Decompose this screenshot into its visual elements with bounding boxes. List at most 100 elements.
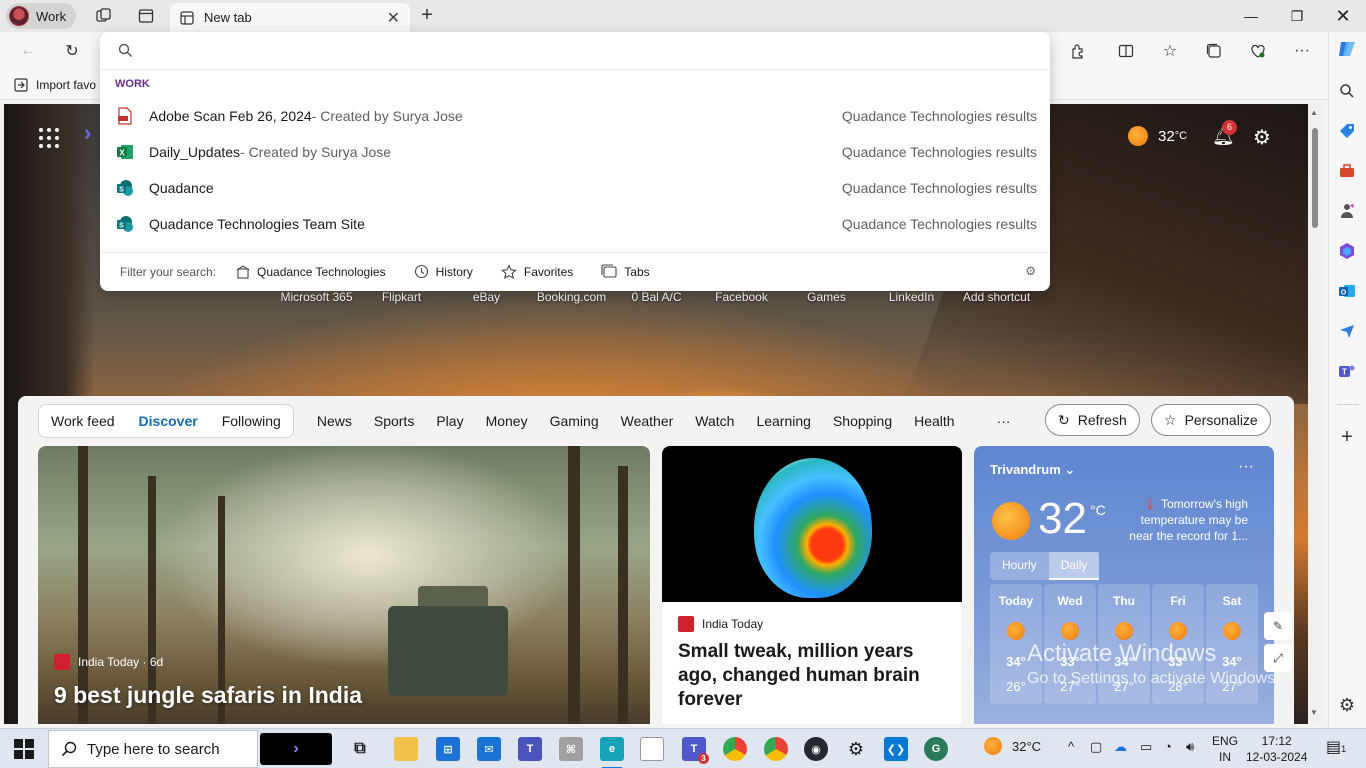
- github-icon[interactable]: ◉: [804, 737, 828, 761]
- profile-button[interactable]: Work: [6, 3, 76, 29]
- notepad-icon[interactable]: [640, 737, 664, 761]
- category-weather[interactable]: Weather: [610, 413, 685, 429]
- battery-icon[interactable]: ▭: [1140, 739, 1152, 755]
- copilot-icon[interactable]: [1336, 38, 1358, 60]
- add-shortcut[interactable]: Add shortcut: [954, 290, 1039, 304]
- chrome-profile-icon[interactable]: [764, 737, 788, 761]
- edge-icon[interactable]: e: [600, 737, 624, 768]
- filter-favorites[interactable]: Favorites: [501, 263, 573, 280]
- collections-icon[interactable]: [1204, 41, 1224, 61]
- outlook-icon[interactable]: O: [1336, 280, 1358, 302]
- page-settings-icon[interactable]: ⚙: [1253, 125, 1271, 150]
- task-view-icon[interactable]: ⧉: [348, 737, 372, 761]
- tab-work-feed[interactable]: Work feed: [51, 413, 115, 429]
- notifications-bell-icon[interactable]: 🔔︎ 6: [1212, 120, 1237, 147]
- category-news[interactable]: News: [306, 413, 363, 429]
- address-input[interactable]: [143, 42, 943, 59]
- personalize-button[interactable]: ☆ Personalize: [1151, 404, 1271, 436]
- tab-following[interactable]: Following: [222, 413, 281, 429]
- shortcut-bal-ac[interactable]: 0 Bal A/C: [614, 290, 699, 304]
- more-menu-icon[interactable]: ···: [1292, 41, 1312, 61]
- sidebar-settings-icon[interactable]: ⚙: [1336, 694, 1358, 716]
- refresh-button[interactable]: ↻ Refresh: [1045, 404, 1140, 436]
- filter-tabs[interactable]: Tabs: [601, 264, 650, 279]
- tools-icon[interactable]: [1336, 160, 1358, 182]
- start-button-icon[interactable]: [14, 739, 34, 759]
- app-launcher-icon[interactable]: [39, 128, 59, 148]
- new-tab-button[interactable]: +: [416, 4, 438, 26]
- show-hidden-icons-icon[interactable]: ^: [1068, 739, 1074, 754]
- header-weather[interactable]: 32 °C: [1128, 126, 1187, 146]
- scrollbar-thumb[interactable]: [1312, 128, 1318, 228]
- search-settings-icon[interactable]: ⚙: [1025, 264, 1036, 278]
- refresh-icon[interactable]: ↻: [62, 41, 82, 61]
- category-sports[interactable]: Sports: [363, 413, 425, 429]
- scroll-down-icon[interactable]: ▼: [1310, 708, 1318, 717]
- category-watch[interactable]: Watch: [684, 413, 745, 429]
- suggestion-row[interactable]: Adobe Scan Feb 26, 2024 - Created by Sur…: [100, 98, 1050, 134]
- import-favorites-button[interactable]: Import favo: [14, 78, 96, 92]
- suggestion-row[interactable]: S Quadance Quadance Technologies results: [100, 170, 1050, 206]
- suggestion-row[interactable]: X Daily_Updates - Created by Surya Jose …: [100, 134, 1050, 170]
- tab-hourly[interactable]: Hourly: [990, 552, 1049, 580]
- search-icon[interactable]: [1336, 80, 1358, 102]
- input-language[interactable]: ENG IN: [1212, 733, 1238, 765]
- tab-daily[interactable]: Daily: [1048, 552, 1100, 580]
- device-icon[interactable]: ▢: [1090, 739, 1102, 755]
- feedback-icon[interactable]: ✎: [1264, 612, 1292, 640]
- shortcut-flipkart[interactable]: Flipkart: [359, 290, 444, 304]
- shortcut-games[interactable]: Games: [784, 290, 869, 304]
- volume-icon[interactable]: 🔊︎: [1186, 739, 1194, 755]
- browser-essentials-icon[interactable]: [1248, 41, 1268, 61]
- filter-organization[interactable]: Quadance Technologies: [236, 265, 386, 279]
- category-money[interactable]: Money: [475, 413, 539, 429]
- more-categories-button[interactable]: ···: [986, 413, 1022, 429]
- news-card-safari[interactable]: India Today · 6d 9 best jungle safaris i…: [38, 446, 650, 724]
- store-icon[interactable]: ⊞: [436, 737, 460, 761]
- games-icon[interactable]: [1336, 200, 1358, 222]
- weather-more-icon[interactable]: ···: [1238, 458, 1254, 476]
- app-g-icon[interactable]: G: [924, 737, 948, 761]
- notification-center-icon[interactable]: ▤1: [1326, 737, 1346, 757]
- app-icon[interactable]: ⌘: [559, 737, 583, 761]
- vertical-tabs-icon[interactable]: [136, 6, 156, 26]
- file-explorer-icon[interactable]: [394, 737, 418, 761]
- settings-icon[interactable]: ⚙: [844, 737, 868, 761]
- wifi-icon[interactable]: ◔: [1164, 739, 1172, 754]
- split-screen-icon[interactable]: [1116, 41, 1136, 61]
- back-icon[interactable]: ←: [18, 41, 38, 61]
- close-window-button[interactable]: ✕: [1320, 0, 1366, 32]
- category-learning[interactable]: Learning: [745, 413, 822, 429]
- news-card-brain[interactable]: India Today Small tweak, million years a…: [662, 446, 962, 724]
- close-tab-icon[interactable]: ✕: [387, 8, 400, 28]
- shortcut-ebay[interactable]: eBay: [444, 290, 529, 304]
- shopping-icon[interactable]: [1336, 120, 1358, 142]
- category-play[interactable]: Play: [425, 413, 474, 429]
- vscode-icon[interactable]: ❮❯: [884, 737, 908, 761]
- tab-new-tab[interactable]: New tab ✕: [170, 3, 410, 32]
- weather-city[interactable]: Trivandrum ⌄: [990, 462, 1075, 478]
- minimize-button[interactable]: —: [1228, 0, 1274, 32]
- page-scrollbar[interactable]: ▲ ▼: [1308, 104, 1322, 724]
- onedrive-icon[interactable]: ☁: [1114, 739, 1127, 755]
- copilot-taskbar-icon[interactable]: ›: [260, 733, 332, 765]
- taskbar-weather[interactable]: 32°C: [984, 737, 1041, 755]
- workspaces-icon[interactable]: [94, 6, 114, 26]
- mail-icon[interactable]: ✉: [477, 737, 501, 761]
- clock[interactable]: 17:12 12-03-2024: [1246, 733, 1307, 765]
- weather-note[interactable]: 🌡︎ Tomorrow's high temperature may be ne…: [1126, 496, 1248, 544]
- shortcut-booking[interactable]: Booking.com: [529, 290, 614, 304]
- category-gaming[interactable]: Gaming: [539, 413, 610, 429]
- teams-icon[interactable]: T3: [682, 737, 709, 764]
- extensions-icon[interactable]: [1068, 41, 1088, 61]
- tab-discover[interactable]: Discover: [139, 413, 198, 429]
- add-sidebar-app-icon[interactable]: +: [1336, 426, 1358, 448]
- suggestion-row[interactable]: S Quadance Technologies Team Site Quadan…: [100, 206, 1050, 242]
- shortcut-microsoft-365[interactable]: Microsoft 365: [274, 290, 359, 304]
- shortcut-linkedin[interactable]: LinkedIn: [869, 290, 954, 304]
- chrome-icon[interactable]: [723, 737, 747, 761]
- filter-history[interactable]: History: [414, 264, 473, 279]
- category-shopping[interactable]: Shopping: [822, 413, 903, 429]
- teams-icon[interactable]: T: [1336, 360, 1358, 382]
- microsoft-365-icon[interactable]: [1336, 240, 1358, 262]
